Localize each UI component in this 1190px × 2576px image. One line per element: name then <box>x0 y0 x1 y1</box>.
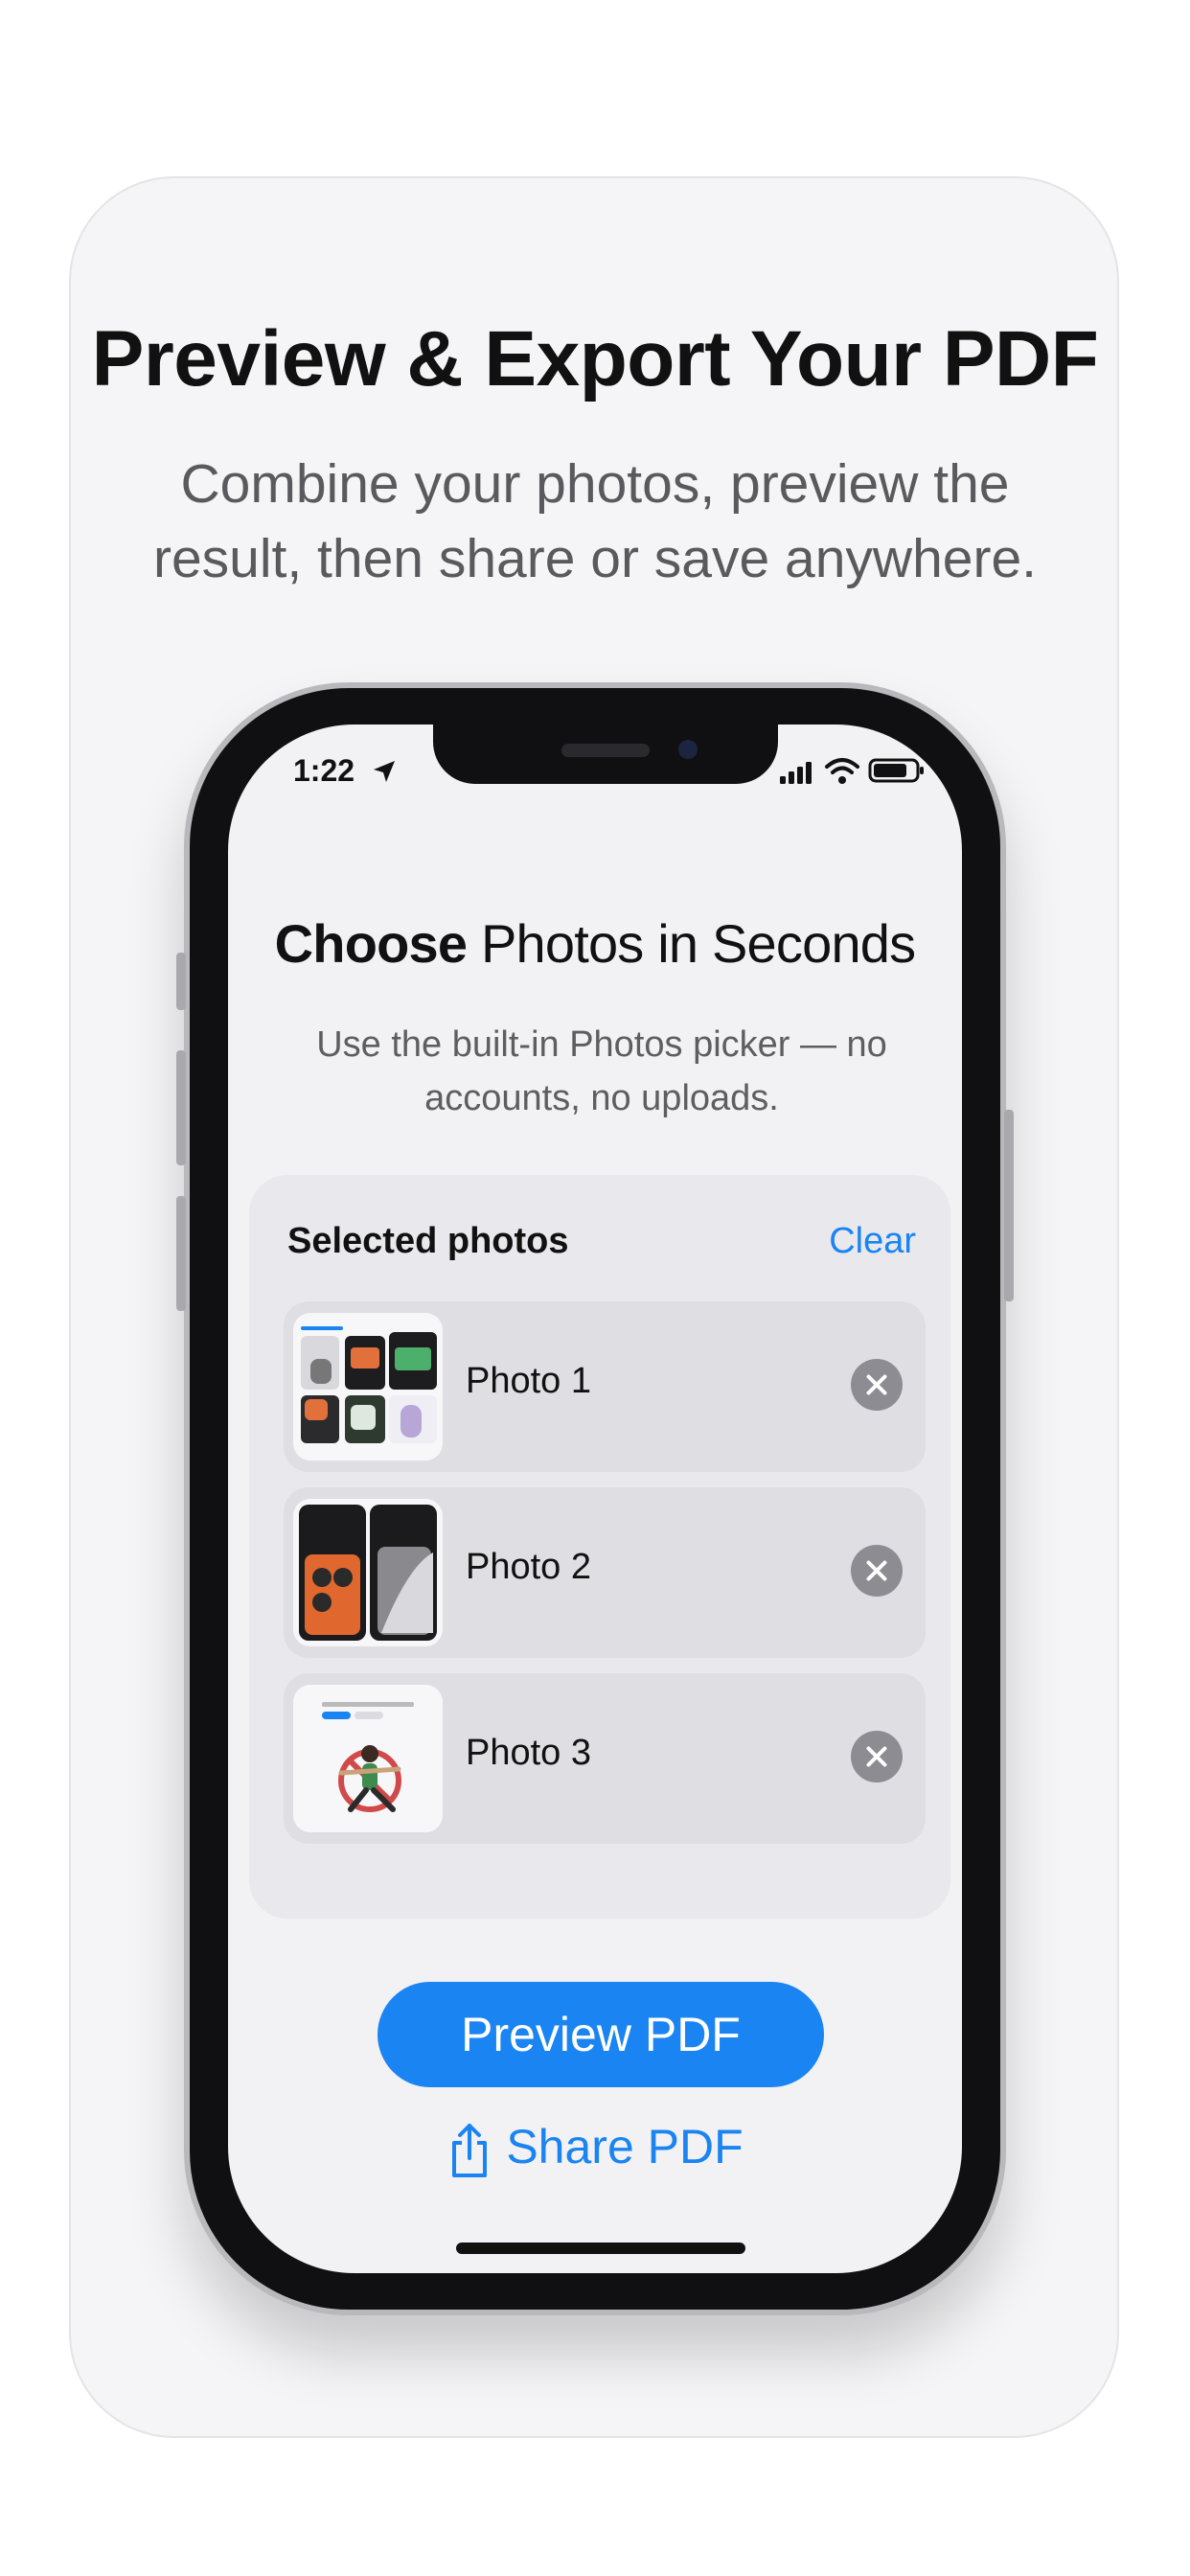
photo-thumbnail <box>293 1313 443 1460</box>
share-icon <box>452 2123 488 2177</box>
photo-label: Photo 2 <box>466 1547 591 1587</box>
screen-title-rest: Photos in Seconds <box>467 913 916 974</box>
volume-down-button <box>176 1196 186 1311</box>
mute-switch <box>176 953 186 1010</box>
speaker-grille <box>561 744 650 757</box>
power-button <box>1004 1110 1014 1301</box>
location-arrow-icon <box>374 761 395 782</box>
clear-button[interactable]: Clear <box>829 1221 916 1262</box>
marketing-headline: Preview & Export Your PDF <box>91 315 1099 402</box>
photo-row[interactable]: Photo 1 <box>284 1301 926 1472</box>
photo-thumbnail <box>293 1685 443 1832</box>
home-indicator[interactable] <box>456 2242 745 2254</box>
photo-label: Photo 3 <box>466 1733 591 1773</box>
notch <box>433 724 778 784</box>
remove-photo-button[interactable] <box>851 1545 903 1597</box>
battery-icon <box>868 758 924 783</box>
app-collage-thumbnail-image <box>293 1313 443 1460</box>
share-pdf-button[interactable]: Share PDF <box>228 2108 962 2185</box>
person-illustration-thumbnail-image <box>293 1685 443 1832</box>
selected-photos-panel: Selected photos Clear Photo 1 Photo 2 Ph… <box>249 1175 950 1919</box>
photo-thumbnail <box>293 1499 443 1646</box>
screen-title: Choose Photos in Seconds <box>228 912 962 975</box>
screen-title-bold: Choose <box>274 913 468 974</box>
phone-frame: 1:22 Choose Photos in Seconds Use the bu… <box>176 682 1014 2315</box>
phone-photos-thumbnail-image <box>293 1499 443 1646</box>
front-camera <box>678 740 698 759</box>
remove-photo-button[interactable] <box>851 1359 903 1411</box>
selected-photos-title: Selected photos <box>287 1221 569 1261</box>
volume-up-button <box>176 1050 186 1165</box>
screen-subtitle: Use the built-in Photos picker — no acco… <box>316 1024 887 1118</box>
phone-screen: 1:22 Choose Photos in Seconds Use the bu… <box>228 724 962 2273</box>
marketing-subline: Combine your photos, preview the result,… <box>153 453 1037 589</box>
preview-pdf-button[interactable]: Preview PDF <box>378 1982 824 2087</box>
photo-label: Photo 1 <box>466 1361 591 1401</box>
wifi-icon <box>825 758 859 784</box>
signal-icon <box>780 762 812 784</box>
photo-row[interactable]: Photo 2 <box>284 1487 926 1658</box>
share-pdf-label: Share PDF <box>506 2120 744 2174</box>
status-time: 1:22 <box>293 753 355 788</box>
remove-photo-button[interactable] <box>851 1731 903 1782</box>
photo-row[interactable]: Photo 3 <box>284 1673 926 1844</box>
